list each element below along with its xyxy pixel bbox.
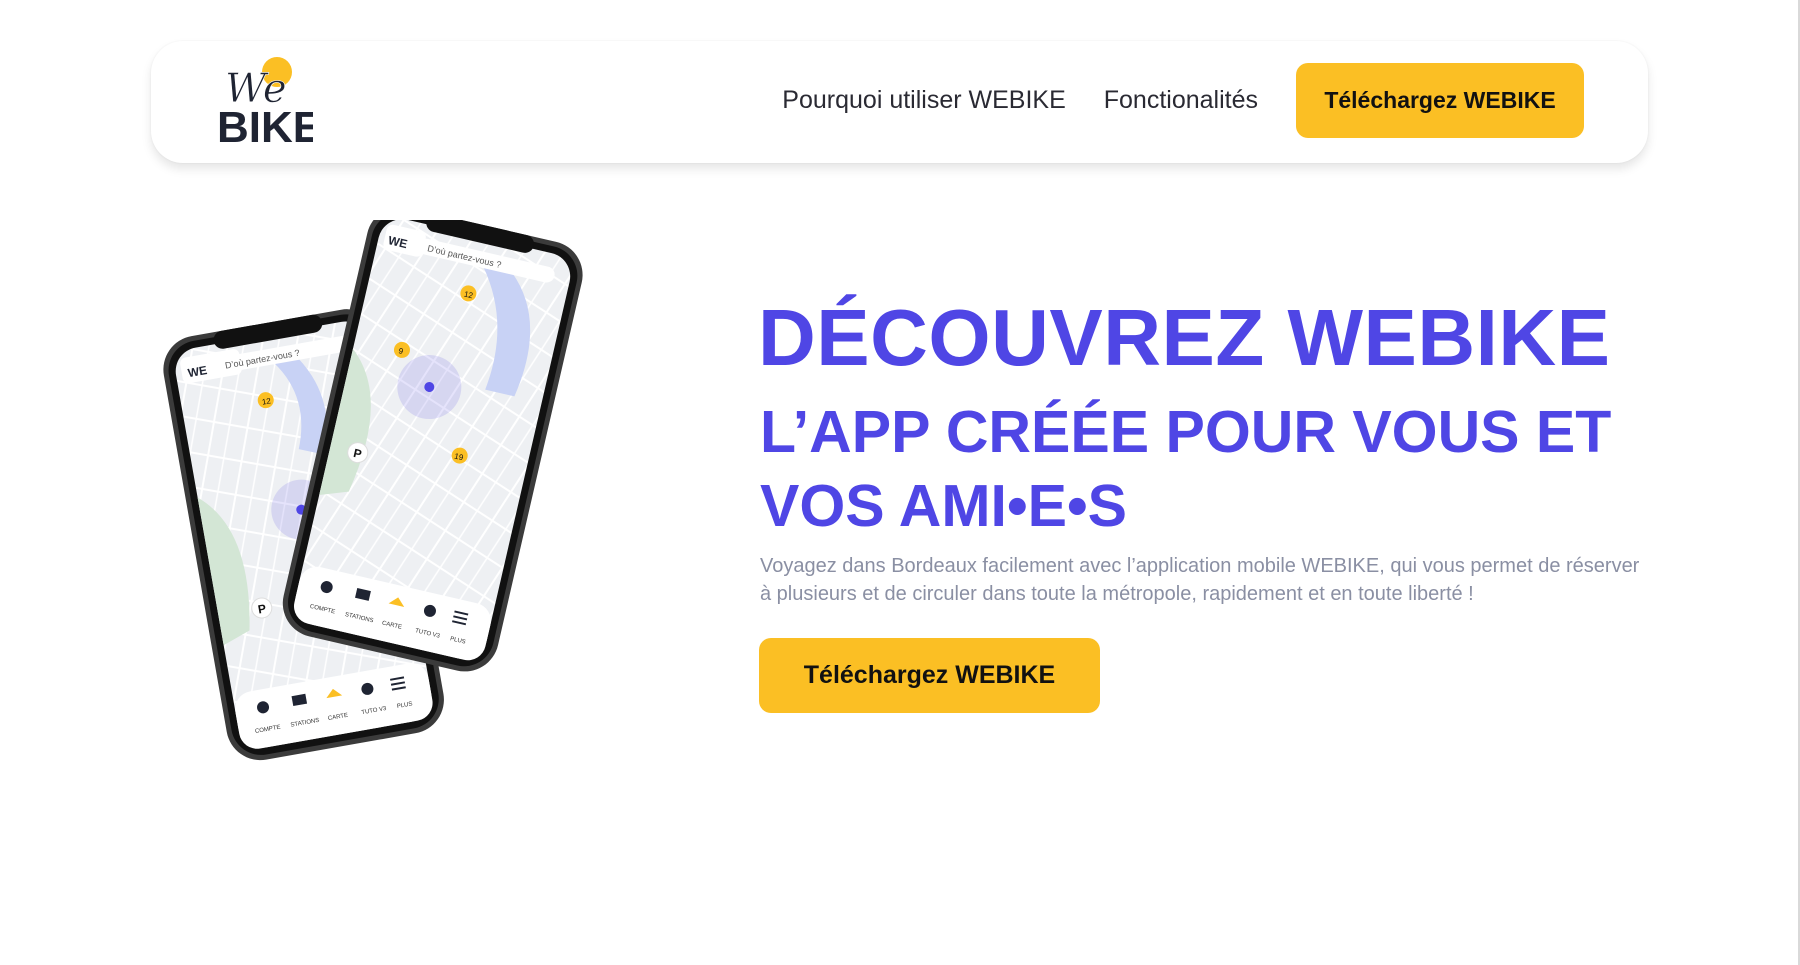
- nav-links: Pourquoi utiliser WEBIKE Fonctionalités …: [782, 63, 1584, 138]
- hero-subtitle: L’APP CRÉÉE POUR VOUS ET VOS AMI•E•S: [760, 399, 1612, 539]
- hero-description: Voyagez dans Bordeaux facilement avec l’…: [760, 555, 1640, 605]
- phone-right: WE D’où partez-vous ? 12 9 19 P COMPTE S…: [282, 220, 583, 672]
- logo-text-bottom: BIKE: [217, 103, 313, 146]
- webike-logo[interactable]: We BIKE: [213, 56, 313, 146]
- nav-link-pourquoi[interactable]: Pourquoi utiliser WEBIKE: [782, 86, 1065, 115]
- hero-title: DÉCOUVREZ WEBIKE: [758, 293, 1611, 382]
- download-button-hero[interactable]: Téléchargez WEBIKE: [759, 638, 1100, 713]
- phones-illustration: WE D’où partez-vous ? 12 P COMPTE STATIO…: [163, 220, 583, 761]
- download-button-nav[interactable]: Téléchargez WEBIKE: [1296, 63, 1584, 138]
- nav-link-fonctionalites[interactable]: Fonctionalités: [1104, 86, 1258, 115]
- navbar: We BIKE Pourquoi utiliser WEBIKE Fonctio…: [151, 41, 1648, 163]
